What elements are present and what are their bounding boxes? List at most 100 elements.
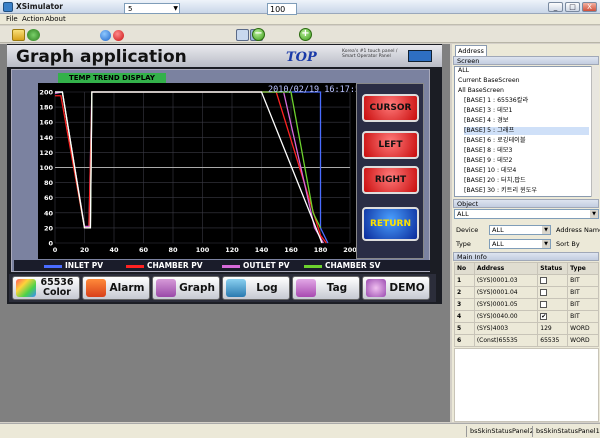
x-tick-label: 120 — [225, 246, 239, 254]
nav-button-tag[interactable]: Tag — [292, 276, 360, 300]
sort-by-label: Sort By — [556, 240, 580, 248]
status-checkbox[interactable] — [540, 301, 548, 308]
device-select-value: ALL — [492, 226, 504, 234]
screen-list-item[interactable]: All BaseScreen — [458, 87, 504, 95]
chart-datetime: 2010/02/19 16:17:50 — [268, 85, 366, 95]
table-cell-address: (SYS)0001.05 — [473, 298, 539, 311]
chart-side-panel: CURSOR LEFT RIGHT RETURN — [356, 83, 424, 259]
status-checkbox[interactable] — [540, 277, 548, 284]
left-button[interactable]: LEFT — [362, 131, 419, 159]
nav-button-demo[interactable]: DEMO — [362, 276, 430, 300]
logo-tagline: Korea's #1 touch panel / Smart Operator … — [342, 49, 398, 59]
nav-button-log[interactable]: Log — [222, 276, 290, 300]
screen-select[interactable]: 5 ▼ — [124, 3, 180, 14]
screen-list-item[interactable]: [BASE] 5 : 그래프 — [464, 127, 589, 135]
screen-list-item[interactable]: [BASE] 20 : 터치,팝드 — [464, 177, 526, 185]
play-icon[interactable] — [100, 30, 111, 41]
open-folder-icon[interactable] — [12, 29, 25, 41]
table-cell-type: WORD — [567, 334, 599, 347]
table-cell-no: 3 — [454, 298, 475, 311]
table-row[interactable]: 5 (SYS)4003 129 WORD — [454, 322, 599, 335]
legend-label: CHAMBER PV — [147, 261, 203, 270]
status-checkbox-cell[interactable] — [537, 274, 569, 287]
close-button[interactable]: X — [582, 2, 597, 12]
screen-list-item[interactable]: [BASE] 6 : 로깅테이블 — [464, 137, 526, 145]
table-cell-no: 4 — [454, 310, 475, 323]
y-tick-label: 40 — [44, 209, 54, 217]
network-icon[interactable] — [27, 29, 40, 41]
screen-section-header: Screen — [453, 56, 599, 65]
object-select[interactable]: ALL ▼ — [454, 209, 599, 219]
status-bar: bsSkinStatusPanel2 bsSkinStatusPanel1 — [0, 423, 600, 438]
status-checkbox-cell[interactable] — [537, 298, 569, 311]
table-row[interactable]: 6 (Const)65535 65535 WORD — [454, 334, 599, 347]
table-cell-address: (Const)65535 — [473, 334, 539, 347]
menu-file[interactable]: File — [6, 14, 18, 25]
menu-bar: File Action About — [0, 14, 600, 25]
menu-action[interactable]: Action — [22, 14, 44, 25]
table-cell-status[interactable]: 129 — [537, 322, 569, 335]
table-cell-type: WORD — [567, 322, 599, 335]
nav-label: Alarm — [109, 282, 145, 294]
minimize-button[interactable]: _ — [548, 2, 563, 12]
screen-list-item[interactable]: [BASE] 9 : 데모2 — [464, 157, 512, 165]
table-row[interactable]: 4 (SYS)0040.00 ✔ BIT — [454, 310, 599, 323]
y-tick-label: 60 — [44, 194, 54, 202]
chevron-down-icon: ▼ — [173, 5, 178, 12]
nav-label: Tag — [326, 282, 348, 294]
column-header-no: No — [454, 262, 475, 275]
screen-select-value: 5 — [128, 5, 133, 13]
stop-icon[interactable] — [113, 30, 124, 41]
screen-list-item[interactable]: [BASE] 30 : 키트리 윈도우 — [464, 187, 537, 195]
legend-swatch — [44, 264, 62, 268]
maximize-button[interactable]: □ — [565, 2, 580, 12]
screen-list-item[interactable]: [BASE] 8 : 데모3 — [464, 147, 512, 155]
type-select[interactable]: ALL ▼ — [489, 239, 551, 249]
nav-button-graph[interactable]: Graph — [152, 276, 220, 300]
nav-button-color[interactable]: 65536 Color — [12, 276, 80, 300]
chart-title: TEMP TREND DISPLAY — [58, 73, 166, 83]
status-checkbox[interactable]: ✔ — [540, 313, 548, 320]
device-select[interactable]: ALL ▼ — [489, 225, 551, 235]
column-header-address: Address — [473, 262, 539, 275]
app-icon — [3, 2, 13, 12]
nav-label: DEMO — [389, 282, 425, 294]
menu-about[interactable]: About — [45, 14, 66, 25]
screen-list-item[interactable]: ALL — [458, 67, 469, 75]
zoom-out-button[interactable]: − — [252, 28, 265, 41]
screen-list-item[interactable]: [BASE] 10 : 데모4 — [464, 167, 516, 175]
screen-list-item[interactable]: [BASE] 4 : 경보 — [464, 117, 508, 125]
screen-list-item[interactable]: Current BaseScreen — [458, 77, 520, 85]
table-cell-no: 5 — [454, 322, 475, 335]
zoom-input[interactable]: 100 — [267, 3, 297, 15]
window-title: XSimulator — [16, 2, 63, 11]
chevron-down-icon: ▼ — [542, 240, 550, 248]
log-icon — [226, 279, 246, 297]
nav-button-alarm[interactable]: Alarm — [82, 276, 150, 300]
screen-list-scrollbar[interactable] — [591, 66, 599, 197]
object-select-value: ALL — [457, 210, 469, 218]
table-row[interactable]: 3 (SYS)0001.05 BIT — [454, 298, 599, 311]
cursor-button[interactable]: CURSOR — [362, 94, 419, 122]
status-checkbox[interactable] — [540, 289, 548, 296]
y-tick-label: 200 — [39, 89, 53, 97]
table-row[interactable]: 2 (SYS)0001.04 BIT — [454, 286, 599, 299]
trend-chart: 020406080100120140160180200 0 20 40 60 80 100… — [38, 83, 356, 259]
table-cell-address: (SYS)0040.00 — [473, 310, 539, 323]
chart-legend: INLET PV CHAMBER PV OUTLET PV CHAMBER SV — [14, 260, 430, 271]
return-button[interactable]: RETURN — [362, 207, 419, 241]
window-icon[interactable] — [236, 29, 249, 41]
column-header-type: Type — [567, 262, 599, 275]
table-cell-no: 6 — [454, 334, 475, 347]
legend-label: INLET PV — [65, 261, 103, 270]
tab-address[interactable]: Address — [455, 45, 487, 56]
legend-label: OUTLET PV — [243, 261, 290, 270]
screen-list-item[interactable]: [BASE] 3 : 데모1 — [464, 107, 512, 115]
right-button[interactable]: RIGHT — [362, 166, 419, 194]
zoom-in-button[interactable]: + — [299, 28, 312, 41]
table-row[interactable]: 1 (SYS)0001.03 BIT — [454, 274, 599, 287]
table-cell-status[interactable]: 65535 — [537, 334, 569, 347]
status-checkbox-cell[interactable] — [537, 286, 569, 299]
screen-list-item[interactable]: [BASE] 1 : 65536칼라 — [464, 97, 528, 105]
status-checkbox-cell[interactable]: ✔ — [537, 310, 569, 323]
